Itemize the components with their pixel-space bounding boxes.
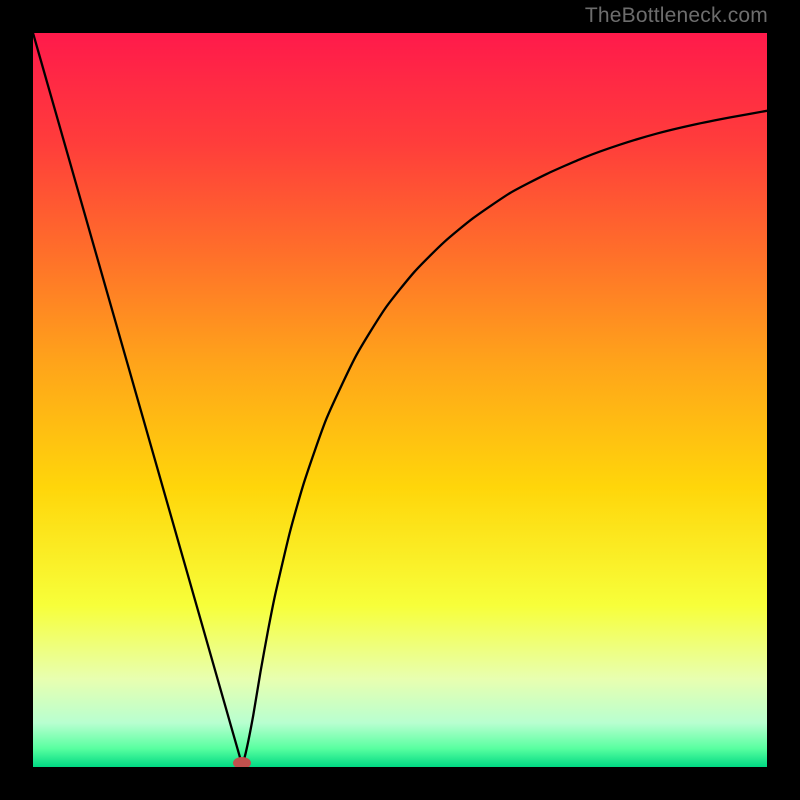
bottleneck-curve	[33, 33, 767, 763]
optimal-point-marker	[233, 757, 251, 767]
plot-area	[33, 33, 767, 767]
curve-layer	[33, 33, 767, 767]
chart-frame: TheBottleneck.com	[0, 0, 800, 800]
watermark-text: TheBottleneck.com	[585, 4, 768, 28]
